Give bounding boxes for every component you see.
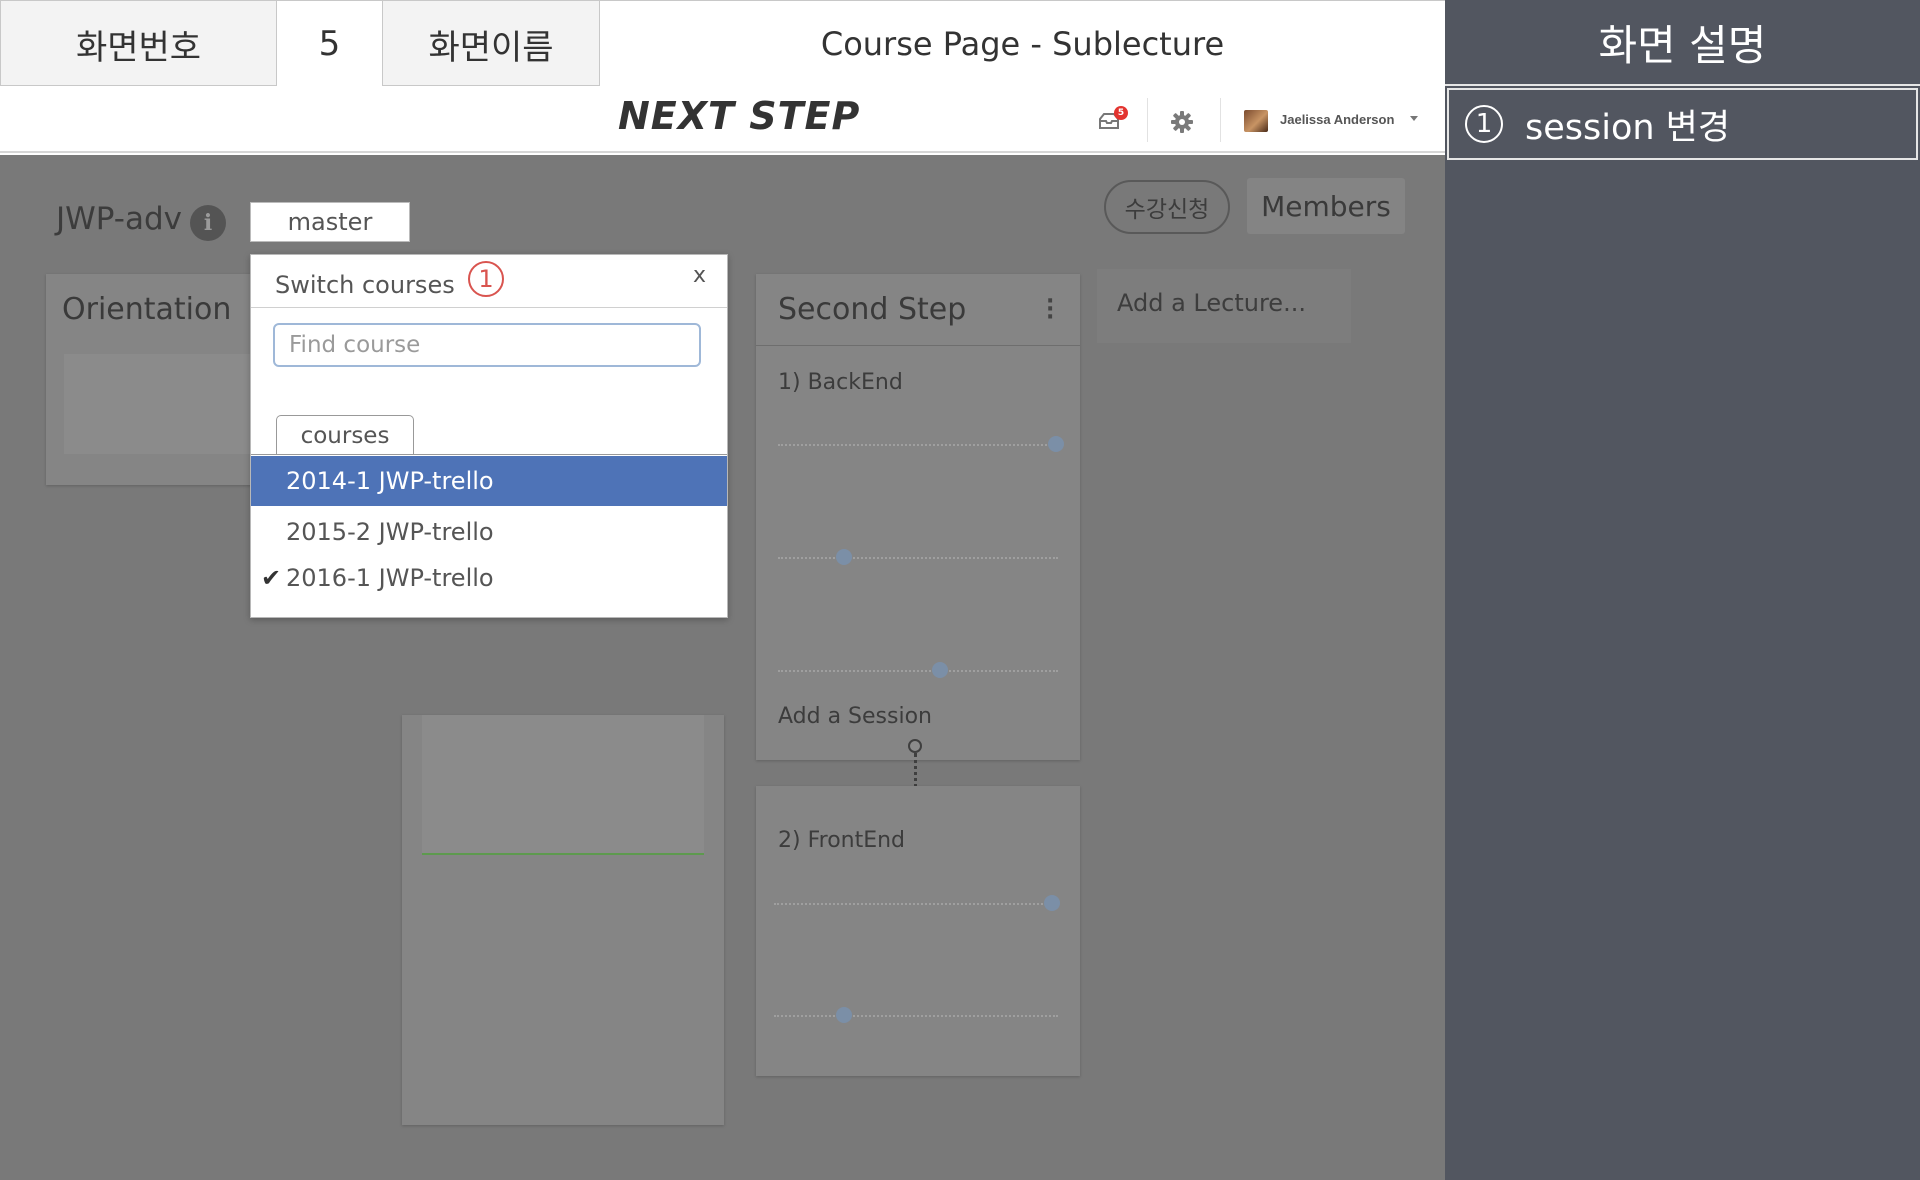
screen-name-value: Course Page - Sublecture [600,1,1445,87]
annotation-marker: 1 [468,261,504,297]
description-panel: 화면 설명 1 session 변경 [1445,0,1920,1180]
session-track [774,903,1058,905]
description-item-number: 1 [1465,105,1503,143]
notification-badge: 5 [1114,106,1128,120]
spec-header: 화면번호 5 화면이름 Course Page - Sublecture [0,0,1445,87]
session-dot[interactable] [1048,436,1064,452]
inbox-icon[interactable]: 5 [1098,106,1128,130]
description-title: 화면 설명 [1445,0,1920,86]
find-course-input[interactable] [273,323,701,367]
course-item-label: 2014-1 JWP-trello [286,467,494,495]
avatar[interactable] [1244,110,1268,132]
popup-title: Switch courses [275,271,455,299]
screen-number-value: 5 [277,1,383,87]
session-track [778,670,1058,672]
lecture-label[interactable]: 1) BackEnd [778,370,903,395]
session-dot[interactable] [836,1007,852,1023]
nav-divider [1220,98,1221,142]
popup-divider [251,307,727,308]
more-vertical-icon[interactable]: · · · [1046,291,1054,329]
user-name[interactable]: Jaelissa Anderson [1280,112,1394,127]
add-lecture-label: Add a Lecture... [1117,289,1306,317]
check-icon: ✔ [261,564,282,592]
enroll-button[interactable]: 수강신청 [1104,180,1230,234]
screen-name-label: 화면이름 [383,1,600,87]
lecture-block-frontend: 2) FrontEnd [756,786,1080,1076]
lane-first-step [402,715,724,1125]
gear-icon[interactable] [1170,110,1194,134]
switch-courses-popup: Switch courses 1 x courses 2014-1 JWP-tr… [250,254,728,618]
screen-number-label: 화면번호 [1,1,277,87]
connector-handle[interactable] [908,739,922,753]
session-dot[interactable] [1044,895,1060,911]
lane-title: Second Step [778,292,967,327]
course-item-label: 2016-1 JWP-trello [286,564,494,592]
description-item-text: session 변경 [1525,107,1731,148]
session-dot[interactable] [932,662,948,678]
course-item-label: 2015-2 JWP-trello [286,518,494,546]
add-lecture-button[interactable]: Add a Lecture... [1097,269,1351,343]
info-icon[interactable]: i [190,205,226,241]
add-session-button[interactable]: Add a Session [778,704,932,729]
lane-title: Orientation [62,292,232,327]
course-item[interactable]: 2014-1 JWP-trello [251,456,727,506]
nav-divider [1147,98,1148,142]
description-item: 1 session 변경 [1447,88,1918,160]
session-track [778,557,1058,559]
session-track [774,1015,1058,1017]
lane-second-step: Second Step · · · 1) BackEnd Add a Session [756,274,1080,760]
chevron-down-icon[interactable] [1410,116,1418,121]
course-item[interactable]: 2015-2 JWP-trello [251,507,727,557]
course-switch-button[interactable]: master [250,202,410,242]
members-button[interactable]: Members [1247,178,1405,234]
list-divider [251,454,727,455]
lecture-card[interactable] [422,715,704,855]
lecture-label[interactable]: 2) FrontEnd [778,828,905,853]
courses-tab[interactable]: courses [276,415,414,455]
app-navbar: NEXT STEP 5 Jaelissa Anderson [0,86,1445,153]
course-title: JWP-adv [56,201,183,237]
close-button[interactable]: x [693,263,706,288]
session-track [778,444,1058,446]
app-logo[interactable]: NEXT STEP [618,94,860,138]
session-dot[interactable] [836,549,852,565]
lane-divider [756,345,1080,346]
course-item[interactable]: ✔ 2016-1 JWP-trello [251,553,727,603]
